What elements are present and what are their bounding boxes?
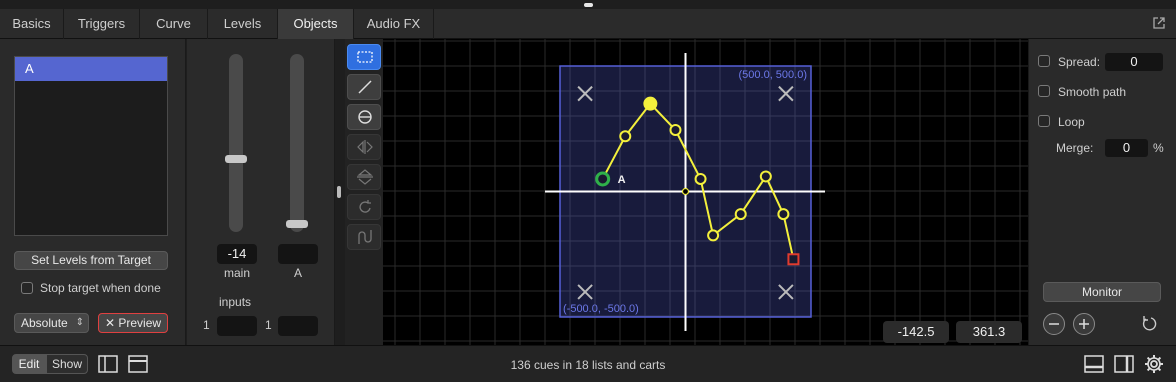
- popout-icon[interactable]: [1152, 16, 1166, 30]
- input-2-field[interactable]: [278, 316, 318, 336]
- inputs-label: inputs: [219, 295, 252, 309]
- zoom-in-button[interactable]: [1073, 313, 1095, 335]
- reset-icon: [1142, 316, 1157, 331]
- tab-triggers[interactable]: Triggers: [64, 9, 140, 39]
- y-coordinate-field[interactable]: 361.3: [956, 321, 1022, 343]
- loop-label: Loop: [1058, 115, 1085, 129]
- spread-field[interactable]: 0: [1105, 53, 1163, 71]
- toggle-bottom-panel-icon[interactable]: [1084, 355, 1104, 373]
- circle-tool[interactable]: [347, 104, 381, 130]
- start-point[interactable]: [595, 171, 611, 187]
- marquee-select-tool[interactable]: [347, 44, 381, 70]
- preview-button[interactable]: ✕ Preview: [98, 313, 168, 333]
- mode-select-value: Absolute: [21, 316, 68, 330]
- spread-checkbox[interactable]: [1038, 55, 1050, 67]
- end-point[interactable]: [787, 253, 800, 266]
- flip-vertical-tool[interactable]: [347, 164, 381, 190]
- target-list-item[interactable]: A: [15, 57, 167, 81]
- path-point[interactable]: [669, 124, 682, 137]
- path-point[interactable]: [759, 170, 772, 183]
- merge-unit: %: [1153, 141, 1164, 155]
- tab-curve[interactable]: Curve: [140, 9, 208, 39]
- bottom-bar: Edit Show 136 cues in 18 lists and carts: [0, 345, 1176, 382]
- path-point[interactable]: [694, 172, 707, 185]
- object-plot[interactable]: (500.0, 500.0) (-500.0, -500.0) A: [345, 39, 1028, 345]
- smooth-path-icon: [358, 230, 372, 244]
- flip-horizontal-tool[interactable]: [347, 134, 381, 160]
- line-icon: [358, 80, 372, 94]
- toggle-inspector-icon[interactable]: [1114, 355, 1134, 373]
- plus-icon: [1079, 319, 1089, 329]
- loop-checkbox[interactable]: [1038, 115, 1050, 127]
- top-right-coordinate-label: (500.0, 500.0): [739, 69, 808, 81]
- merge-label: Merge:: [1056, 141, 1094, 155]
- a-fader-label: A: [293, 266, 302, 280]
- input-1-number: 1: [203, 318, 210, 332]
- main-fader-track[interactable]: [229, 54, 243, 232]
- fader-panel: -14 main A inputs 1 1: [187, 39, 335, 345]
- tab-bar: Basics Triggers Curve Levels Objects Aud…: [0, 9, 1176, 39]
- stop-target-checkbox[interactable]: [21, 282, 33, 294]
- rotate-tool[interactable]: [347, 194, 381, 220]
- spatial-canvas[interactable]: (500.0, 500.0) (-500.0, -500.0) A -142.5…: [345, 39, 1028, 345]
- line-tool[interactable]: [347, 74, 381, 100]
- status-text: 136 cues in 18 lists and carts: [510, 358, 666, 372]
- object-label: A: [618, 174, 626, 186]
- set-levels-from-target-button[interactable]: Set Levels from Target: [14, 251, 168, 270]
- selected-path-point[interactable]: [643, 96, 658, 111]
- minus-icon: [1049, 323, 1059, 325]
- tab-basics[interactable]: Basics: [0, 9, 64, 39]
- tab-audio-fx[interactable]: Audio FX: [354, 9, 434, 39]
- zoom-out-button[interactable]: [1043, 313, 1065, 335]
- a-fader-thumb[interactable]: [286, 220, 308, 228]
- smooth-path-checkbox[interactable]: [1038, 85, 1050, 97]
- target-list[interactable]: A: [14, 56, 168, 236]
- path-point[interactable]: [707, 229, 720, 242]
- chevron-updown-icon: ⇕: [75, 317, 84, 328]
- bottom-left-coordinate-label: (-500.0, -500.0): [563, 303, 639, 315]
- mode-select[interactable]: Absolute ⇕: [14, 313, 89, 333]
- input-2-number: 1: [265, 318, 272, 332]
- main-level-field[interactable]: -14: [217, 244, 257, 264]
- main-fader-thumb[interactable]: [225, 155, 247, 164]
- input-1-field[interactable]: [217, 316, 257, 336]
- main-fader-label: main: [223, 266, 250, 280]
- monitor-button[interactable]: Monitor: [1043, 282, 1161, 302]
- close-icon: ✕: [104, 316, 116, 330]
- a-level-field[interactable]: [278, 244, 318, 264]
- path-point[interactable]: [734, 208, 747, 221]
- path-point[interactable]: [777, 208, 790, 221]
- flip-horizontal-icon: [357, 140, 373, 154]
- x-coordinate-field[interactable]: -142.5: [883, 321, 949, 343]
- tool-strip: [345, 39, 383, 345]
- reset-view-button[interactable]: [1139, 313, 1161, 335]
- marquee-select-icon: [357, 51, 373, 63]
- smooth-tool[interactable]: [347, 224, 381, 250]
- object-options-panel: Spread: 0 Smooth path Loop Merge: 0 % Mo…: [1028, 39, 1176, 345]
- tab-objects[interactable]: Objects: [278, 9, 354, 39]
- window-drag-handle[interactable]: [584, 3, 593, 7]
- spread-label: Spread:: [1058, 55, 1101, 69]
- tab-levels[interactable]: Levels: [208, 9, 278, 39]
- merge-field[interactable]: 0: [1105, 139, 1148, 157]
- panel-splitter[interactable]: [337, 186, 341, 198]
- target-panel: A Set Levels from Target Stop target whe…: [0, 39, 186, 345]
- settings-gear-icon[interactable]: [1144, 354, 1164, 374]
- origin-marker: [681, 187, 690, 196]
- smooth-path-label: Smooth path: [1058, 85, 1127, 99]
- preview-label: Preview: [118, 316, 162, 330]
- rotate-icon: [359, 200, 371, 213]
- stop-target-label: Stop target when done: [40, 281, 161, 295]
- a-fader-track[interactable]: [290, 54, 304, 232]
- circle-icon: [358, 110, 372, 124]
- flip-vertical-icon: [357, 169, 373, 185]
- path-point[interactable]: [619, 130, 632, 143]
